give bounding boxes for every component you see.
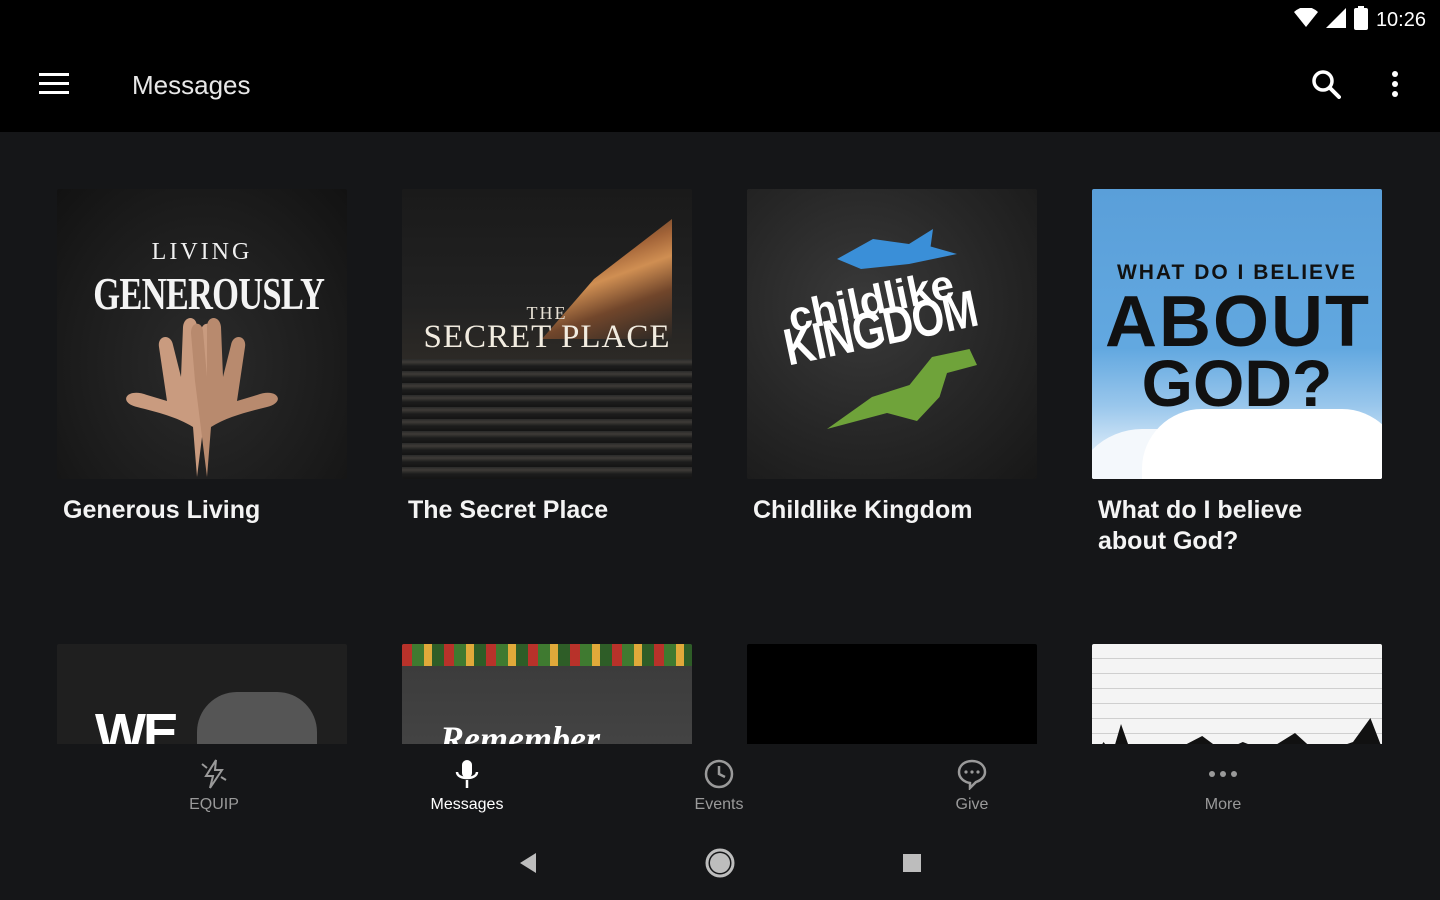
overflow-menu-button[interactable]: [1372, 62, 1418, 110]
nav-label: EQUIP: [189, 796, 239, 813]
series-artwork: LIVING GENEROUSLY: [57, 189, 347, 479]
status-time: 10:26: [1375, 8, 1426, 31]
series-title: The Secret Place: [408, 496, 609, 524]
series-card-5[interactable]: WE: [57, 644, 347, 744]
series-title: Generous Living: [63, 496, 261, 524]
home-button[interactable]: [700, 848, 740, 882]
artwork-text: WE: [95, 703, 179, 744]
series-card-what-do-i-believe[interactable]: WHAT DO I BELIEVE ABOUT GOD? What do I b…: [1092, 189, 1382, 557]
search-icon: [1311, 69, 1341, 104]
status-bar: 10:26: [0, 0, 1440, 40]
battery-icon: [1353, 5, 1368, 35]
status-icons: 10:26: [1293, 5, 1426, 35]
series-card-secret-place[interactable]: THE SECRET PLACE The Secret Place: [402, 189, 692, 526]
page-title: Messages: [132, 70, 251, 100]
artwork-mountains: [1092, 718, 1382, 744]
more-horiz-icon: [1208, 756, 1238, 792]
more-vert-icon: [1391, 70, 1399, 103]
series-artwork: [1092, 644, 1382, 744]
artwork-water: [402, 359, 692, 479]
series-grid: LIVING GENEROUSLY Generous Living THE SE…: [0, 132, 1440, 744]
home-icon: [705, 848, 735, 883]
back-button[interactable]: [508, 848, 548, 882]
system-navigation-bar: [0, 830, 1440, 900]
clock-icon: [703, 756, 735, 792]
artwork-text: GOD?: [1141, 346, 1333, 420]
microphone-icon: [454, 756, 480, 792]
wifi-icon: [1293, 6, 1318, 33]
artwork-text: SECRET PLACE: [423, 319, 671, 355]
nav-label: More: [1204, 796, 1242, 813]
series-card-8[interactable]: [1092, 644, 1382, 744]
nav-item-messages[interactable]: Messages: [397, 756, 537, 822]
series-card-childlike-kingdom[interactable]: childlike KINGDOM Childlike Kingdom: [747, 189, 1037, 526]
series-artwork: WHAT DO I BELIEVE ABOUT GOD?: [1092, 189, 1382, 479]
open-hands-icon: [126, 318, 278, 477]
signal-icon: [1325, 7, 1346, 33]
recents-icon: [902, 853, 922, 878]
recents-button[interactable]: [892, 848, 932, 882]
series-title: Childlike Kingdom: [753, 496, 973, 524]
artwork-hand: [197, 692, 317, 744]
series-artwork: WE: [57, 644, 347, 744]
menu-button[interactable]: [30, 64, 78, 108]
nav-item-more[interactable]: More: [1153, 756, 1293, 822]
series-card-7[interactable]: [747, 644, 1037, 744]
nav-label: Events: [694, 796, 744, 813]
search-button[interactable]: [1302, 62, 1350, 110]
chat-bubble-icon: [956, 756, 988, 792]
bottom-navigation: EQUIP Messages Events Give More: [0, 744, 1440, 830]
nav-item-give[interactable]: Give: [902, 756, 1042, 822]
nav-item-equip[interactable]: EQUIP: [144, 756, 284, 822]
series-artwork: [747, 644, 1037, 744]
series-card-generous-living[interactable]: LIVING GENEROUSLY Generous Living: [57, 189, 347, 526]
back-icon: [518, 852, 538, 879]
equip-lightning-icon: [198, 756, 230, 792]
artwork-text: LIVING: [151, 239, 253, 265]
artwork-text: Remember: [440, 719, 600, 744]
series-artwork: THE SECRET PLACE: [402, 189, 692, 479]
artwork-text: GENEROUSLY: [93, 268, 325, 319]
series-title: What do I believe about God?: [1098, 496, 1303, 555]
series-artwork: childlike KINGDOM: [747, 189, 1037, 479]
nav-label: Give: [955, 796, 989, 813]
series-artwork: Remember: [402, 644, 692, 744]
nav-item-events[interactable]: Events: [649, 756, 789, 822]
series-card-6[interactable]: Remember: [402, 644, 692, 744]
nav-label: Messages: [430, 796, 504, 813]
artwork-flowers: [402, 644, 692, 666]
app-bar: Messages: [0, 40, 1440, 132]
hamburger-menu-icon: [39, 72, 69, 100]
